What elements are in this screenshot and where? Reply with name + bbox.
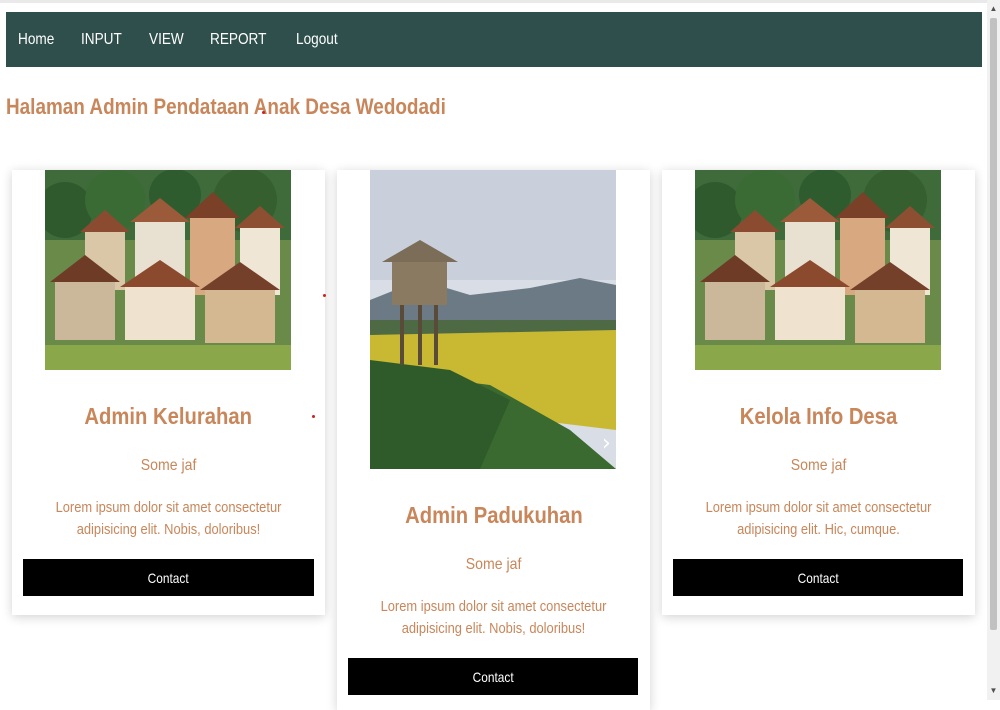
village-photo <box>45 170 291 370</box>
card-title-text: Kelola Info Desa <box>739 403 898 429</box>
card-description: Lorem ipsum dolor sit amet consectetur a… <box>20 497 317 541</box>
contact-button[interactable]: Contact <box>673 559 963 596</box>
card-title: Kelola Info Desa <box>662 403 975 430</box>
nav-input[interactable]: INPUT <box>81 31 122 49</box>
card-subtitle-text: Some jaf <box>140 457 197 474</box>
contact-button[interactable]: Contact <box>23 559 314 596</box>
nav-logout[interactable]: Logout <box>296 31 338 49</box>
village-photo-graphic <box>45 170 291 370</box>
vertical-scrollbar[interactable]: ▲ ▼ <box>987 0 1000 700</box>
card-subtitle: Some jaf <box>12 457 325 475</box>
card-subtitle-text: Some jaf <box>790 457 847 474</box>
rice-field-photo-graphic: › <box>370 170 616 469</box>
contact-button-label: Contact <box>472 668 514 685</box>
nav-report[interactable]: REPORT <box>210 31 266 49</box>
card-title: Admin Padukuhan <box>337 502 650 529</box>
artifact-dot <box>323 294 326 297</box>
card-description-text: Lorem ipsum dolor sit amet consectetur a… <box>380 598 607 637</box>
contact-button-label: Contact <box>147 569 190 586</box>
window-top-edge <box>0 0 1000 3</box>
contact-button-label: Contact <box>797 569 839 586</box>
artifact-dot <box>262 111 265 114</box>
scroll-down-arrow-icon[interactable]: ▼ <box>987 685 1000 697</box>
card-subtitle: Some jaf <box>337 556 650 574</box>
nav-home[interactable]: Home <box>18 31 54 49</box>
card-title: Admin Kelurahan <box>12 403 325 430</box>
svg-text:›: › <box>602 431 611 456</box>
page-title: Halaman Admin Pendataan Anak Desa Wedoda… <box>6 94 446 119</box>
navbar: Home INPUT VIEW REPORT Logout <box>6 12 982 67</box>
card-description-text: Lorem ipsum dolor sit amet consectetur a… <box>705 499 932 538</box>
card-description: Lorem ipsum dolor sit amet consectetur a… <box>345 596 642 640</box>
village-photo <box>695 170 941 370</box>
artifact-dot <box>312 415 315 418</box>
scroll-up-arrow-icon[interactable]: ▲ <box>987 3 1000 15</box>
nav-view[interactable]: VIEW <box>149 31 184 49</box>
village-photo-graphic <box>695 170 941 370</box>
card-description: Lorem ipsum dolor sit amet consectetur a… <box>670 497 967 541</box>
scroll-thumb[interactable] <box>990 18 997 630</box>
rice-field-photo: › <box>370 170 616 469</box>
card-admin-kelurahan: Admin Kelurahan Some jaf Lorem ipsum dol… <box>12 170 325 615</box>
card-title-text: Admin Padukuhan <box>404 502 583 528</box>
card-admin-padukuhan: › Admin Padukuhan Some jaf Lorem ipsum d… <box>337 170 650 710</box>
contact-button[interactable]: Contact <box>348 658 638 695</box>
card-kelola-info-desa: Kelola Info Desa Some jaf Lorem ipsum do… <box>662 170 975 615</box>
card-subtitle: Some jaf <box>662 457 975 475</box>
card-title-text: Admin Kelurahan <box>84 403 253 429</box>
card-subtitle-text: Some jaf <box>465 556 522 573</box>
card-description-text: Lorem ipsum dolor sit amet consectetur a… <box>55 499 282 538</box>
